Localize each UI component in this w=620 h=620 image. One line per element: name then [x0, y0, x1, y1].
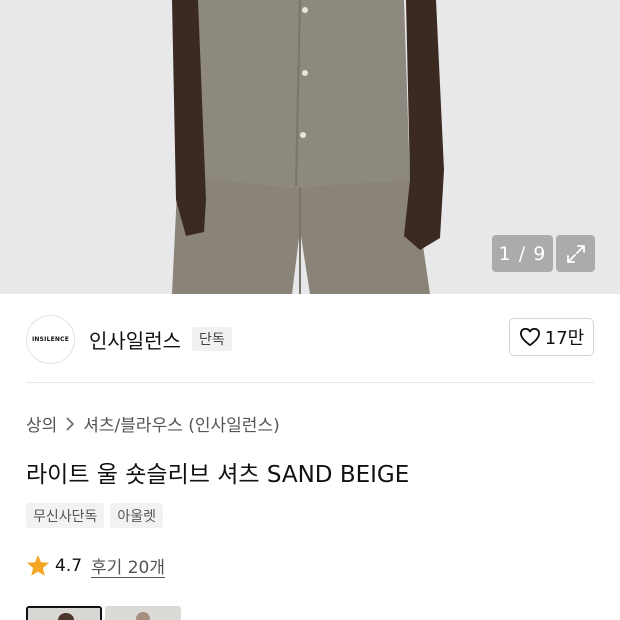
thumbnail-image	[28, 608, 100, 620]
tag-musinsa-exclusive: 무신사단독	[26, 503, 105, 528]
product-title: 라이트 울 숏슬리브 셔츠 SAND BEIGE	[26, 462, 410, 488]
image-counter: 1 / 9	[492, 235, 553, 272]
expand-button[interactable]	[556, 235, 595, 272]
product-image-gallery[interactable]: 1 / 9	[0, 0, 620, 294]
star-icon	[27, 555, 49, 576]
thumbnail-image	[105, 606, 181, 620]
expand-icon	[566, 244, 585, 263]
thumbnail-2[interactable]	[105, 606, 181, 620]
breadcrumb-item-category[interactable]: 상의	[26, 411, 57, 436]
heart-outline-icon	[519, 327, 540, 347]
product-tags: 무신사단독 아울렛	[26, 503, 164, 528]
brand-logo[interactable]: INSILENCE	[26, 315, 75, 364]
breadcrumb: 상의 셔츠/블라우스 (인사일런스)	[26, 411, 280, 436]
tag-outlet: 아울렛	[110, 503, 164, 528]
divider	[26, 382, 594, 383]
brand-logo-text: INSILENCE	[31, 336, 70, 343]
chevron-right-icon	[66, 416, 75, 431]
reviews-link[interactable]: 후기 20개	[91, 553, 165, 578]
breadcrumb-item-subcategory[interactable]: 셔츠/블라우스 (인사일런스)	[83, 411, 279, 436]
like-count: 17만	[544, 328, 585, 349]
like-button[interactable]: 17만	[509, 318, 594, 356]
thumbnail-1[interactable]	[26, 606, 102, 620]
rating: 4.7 후기 20개	[26, 553, 165, 578]
brand-row: INSILENCE 인사일런스 단독 17만	[0, 294, 620, 382]
exclusive-badge: 단독	[192, 327, 232, 351]
rating-score: 4.7	[55, 555, 83, 576]
brand-name[interactable]: 인사일런스	[89, 325, 181, 354]
